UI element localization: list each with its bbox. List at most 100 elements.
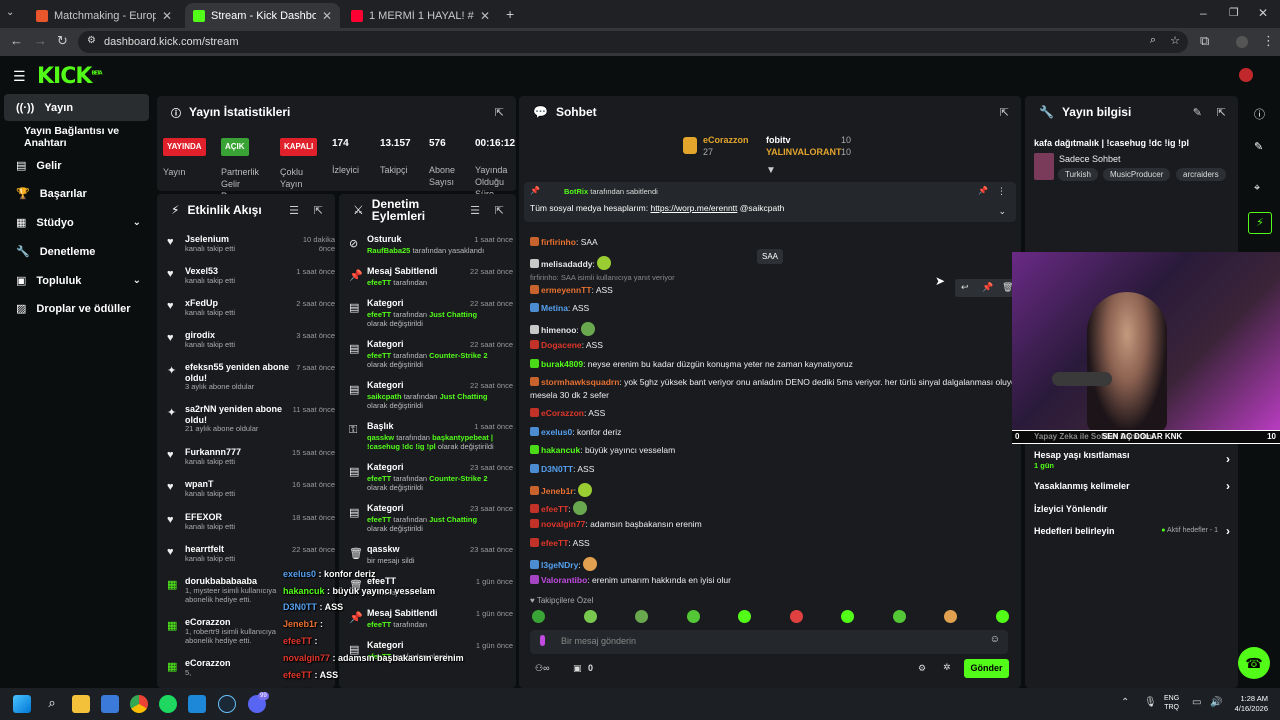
emote-icon[interactable]	[892, 610, 906, 623]
minimize-icon[interactable]: –	[1200, 6, 1207, 20]
emoji-icon[interactable]: ☺	[990, 634, 1000, 645]
user-avatar[interactable]	[1239, 68, 1253, 82]
close-tab-icon[interactable]: ✕	[322, 9, 332, 23]
maximize-icon[interactable]: ❐	[1229, 6, 1239, 19]
close-tab-icon[interactable]: ✕	[162, 9, 172, 23]
sidebar-item-stream-key[interactable]: Yayın Bağlantısı ve Anahtarı	[4, 123, 149, 150]
hamburger-menu-icon[interactable]: ☰	[13, 68, 26, 85]
emote-icon[interactable]	[944, 610, 957, 623]
photos-icon[interactable]	[188, 695, 206, 713]
chat-username[interactable]: l3geNDry	[541, 560, 578, 570]
file-explorer-icon[interactable]	[72, 695, 90, 713]
settings-gear-icon[interactable]: ⚙	[918, 663, 926, 674]
chat-username[interactable]: efeeTT	[541, 504, 568, 514]
support-chat-button[interactable]: ☎	[1238, 647, 1270, 679]
close-tab-icon[interactable]: ✕	[480, 9, 490, 23]
emote-icon[interactable]	[635, 610, 648, 623]
goals-row[interactable]: Hedefleri belirleyin ● Aktif hedefler - …	[1034, 524, 1230, 538]
popout-icon[interactable]: ⇱	[1000, 106, 1009, 119]
emote-icon[interactable]	[995, 610, 1009, 623]
forward-icon[interactable]: →	[34, 33, 47, 48]
chat-username[interactable]: efeeTT	[541, 538, 568, 548]
lightning-button[interactable]: ⚡	[1248, 212, 1272, 234]
spotify-icon[interactable]	[159, 695, 177, 713]
emote-icon[interactable]	[532, 610, 545, 623]
pinned-link[interactable]: https://worp.me/erenntt	[650, 203, 737, 213]
bookmark-star-icon[interactable]: ☆	[1170, 34, 1180, 47]
edit-icon[interactable]: ✎	[1193, 106, 1202, 119]
new-tab-icon[interactable]: +	[506, 6, 514, 22]
sidebar-item-denetleme[interactable]: 🔧 Denetleme	[4, 238, 149, 265]
mic-tray-icon[interactable]: 🎙	[1144, 697, 1157, 708]
chat-username[interactable]: Dogacene	[541, 340, 582, 350]
filter-icon[interactable]: ☰	[289, 204, 299, 217]
reload-icon[interactable]: ↻	[57, 33, 68, 49]
emote-icon[interactable]	[686, 610, 700, 623]
chat-username[interactable]: firfirinho	[541, 237, 576, 247]
chrome-icon[interactable]	[130, 695, 148, 713]
chat-username[interactable]: hakancuk	[541, 445, 580, 455]
chat-username[interactable]: ermeyennTT	[541, 285, 592, 295]
emote-icon[interactable]	[841, 610, 854, 623]
windows-start-icon[interactable]	[13, 695, 31, 713]
sidebar-item-yayin[interactable]: ((·)) Yayın	[4, 94, 149, 121]
reply-icon[interactable]: ↩	[961, 282, 969, 293]
chat-username[interactable]: Valorantibo	[541, 575, 587, 585]
emote-icon[interactable]	[583, 610, 597, 623]
extensions-icon[interactable]: ⧉	[1200, 33, 1209, 49]
search-icon[interactable]: ⌕	[43, 695, 61, 713]
popout-icon[interactable]: ⇱	[495, 106, 504, 119]
chat-username[interactable]: melisadaddy	[541, 259, 593, 269]
back-icon[interactable]: ←	[10, 33, 23, 48]
zoom-icon[interactable]: ⌕	[1150, 34, 1156, 47]
unpin-icon[interactable]: 📌	[978, 186, 988, 195]
tab-search-button[interactable]: ⌄	[6, 7, 14, 18]
emote-icon[interactable]	[789, 610, 803, 623]
chat-username[interactable]: exelus0	[541, 427, 572, 437]
chat-username[interactable]: eCorazzon	[541, 408, 584, 418]
clock[interactable]: 1:28 AM 4/16/2026	[1232, 694, 1268, 714]
chevron-down-icon[interactable]: ▼	[766, 165, 776, 176]
tab-kick-dashboard[interactable]: Stream - Kick Dashboard ✕	[185, 3, 340, 28]
more-icon[interactable]: ⋮	[997, 186, 1006, 197]
site-info-icon[interactable]: ⚙	[87, 35, 96, 46]
sidebar-item-topluluk[interactable]: ▣ Topluluk ⌄	[4, 267, 149, 294]
chat-username[interactable]: burak4809	[541, 359, 583, 369]
browser-menu-icon[interactable]: ⋮	[1262, 33, 1275, 49]
raid-row[interactable]: İzleyici Yönlendir	[1034, 504, 1230, 514]
account-age-row[interactable]: Hesap yaşı kısıtlaması 1 gün ›	[1034, 450, 1230, 470]
chat-input[interactable]: Bir mesaj gönderin ☺	[530, 630, 1008, 654]
popout-icon[interactable]: ⇱	[495, 204, 504, 217]
info-icon[interactable]: ⓘ	[1254, 106, 1265, 122]
chat-username[interactable]: Jeneb1r	[541, 486, 574, 496]
url-field[interactable]: ⚙ dashboard.kick.com/stream ⌕ ☆	[78, 31, 1188, 53]
sidebar-item-basarilar[interactable]: 🏆 Başarılar	[4, 180, 149, 207]
emote-icon[interactable]	[738, 610, 751, 623]
network-icon[interactable]: ▭	[1192, 697, 1201, 708]
crosshair-icon[interactable]: ⌖	[1254, 182, 1260, 195]
chat-username[interactable]: Metina	[541, 303, 568, 313]
chat-username[interactable]: himenoo	[541, 325, 576, 335]
banned-words-row[interactable]: Yasaklanmış kelimeler ›	[1034, 479, 1230, 493]
sidebar-item-studyo[interactable]: ▦ Stüdyo ⌄	[4, 209, 149, 236]
mod-tools-icon[interactable]: ✲	[943, 662, 951, 673]
tray-chevron-icon[interactable]: ⌃	[1121, 697, 1129, 708]
popout-icon[interactable]: ⇱	[1217, 106, 1226, 119]
tab-youtube[interactable]: 1 MERMİ 1 HAYAL! #shorts #ka ✕	[343, 3, 498, 28]
kick-logo[interactable]: KICKBETA	[37, 64, 103, 89]
steam-icon[interactable]	[218, 695, 236, 713]
send-button[interactable]: Gönder	[964, 659, 1009, 678]
filter-icon[interactable]: ☰	[470, 204, 480, 217]
volume-icon[interactable]: 🔊	[1210, 697, 1222, 708]
chat-username[interactable]: D3N0TT	[541, 464, 573, 474]
tab-matchmaking[interactable]: Matchmaking - Europe 5v5 Qu ✕	[28, 3, 180, 28]
profile-avatar[interactable]	[1236, 36, 1248, 48]
sidebar-item-droplar[interactable]: ▨ Droplar ve ödüller	[4, 295, 149, 322]
pen-icon[interactable]: ✎	[1254, 140, 1263, 153]
sidebar-item-gelir[interactable]: ▤ Gelir	[4, 152, 149, 179]
popout-icon[interactable]: ⇱	[314, 204, 323, 217]
store-icon[interactable]	[101, 695, 119, 713]
language-indicator[interactable]: ENG TRQ	[1164, 694, 1179, 712]
close-window-icon[interactable]: ✕	[1258, 6, 1268, 20]
pin-message-icon[interactable]: 📌	[982, 282, 993, 293]
